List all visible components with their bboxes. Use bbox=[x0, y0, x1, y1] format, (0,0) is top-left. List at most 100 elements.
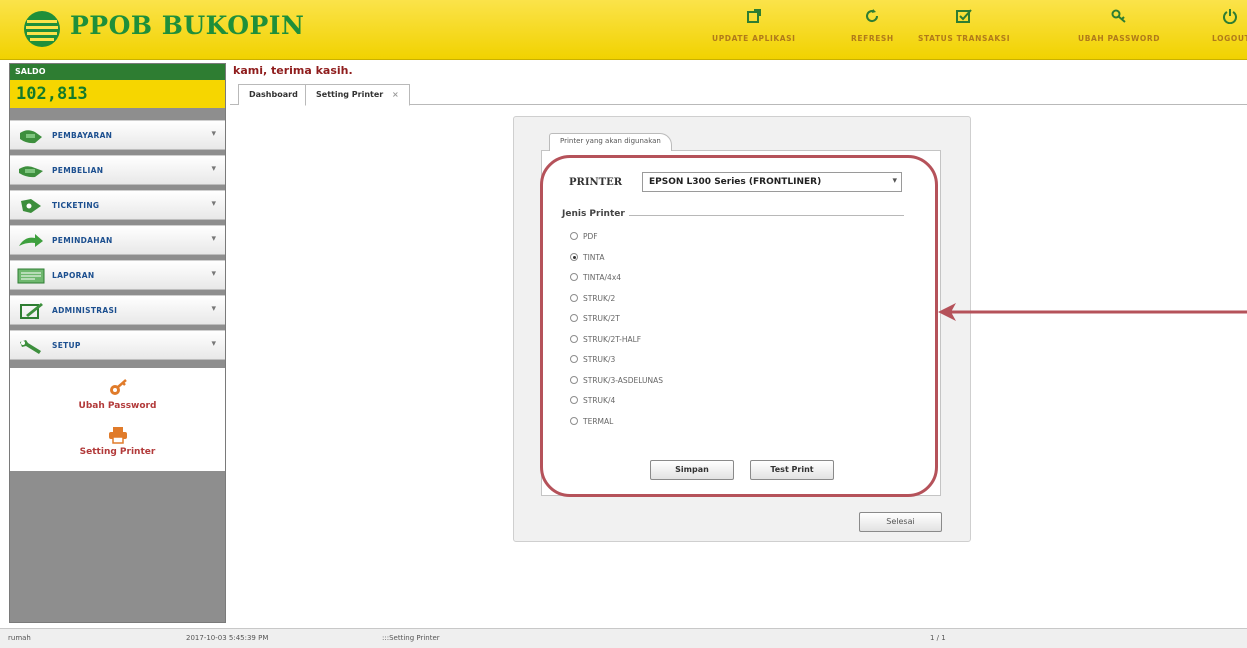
printer-select[interactable]: EPSON L300 Series (FRONTLINER) ▾ bbox=[642, 172, 902, 192]
tab-dashboard[interactable]: Dashboard bbox=[238, 84, 309, 105]
radio-option[interactable]: PDF bbox=[570, 229, 598, 243]
test-print-button[interactable]: Test Print bbox=[750, 460, 834, 480]
sidebar-item-label: LAPORAN bbox=[52, 271, 95, 280]
nav-update-aplikasi[interactable]: UPDATE APLIKASI bbox=[712, 8, 796, 54]
welcome-text: kami, terima kasih. bbox=[233, 64, 353, 77]
status-datetime: 2017-10-03 5:45:39 PM bbox=[186, 634, 269, 642]
radio-option[interactable]: STRUK/4 bbox=[570, 393, 615, 407]
radio-option[interactable]: STRUK/2 bbox=[570, 291, 615, 305]
selesai-button[interactable]: Selesai bbox=[859, 512, 942, 532]
sidebar-item-label: SETUP bbox=[52, 341, 81, 350]
report-icon bbox=[17, 268, 45, 284]
nav-refresh-label: REFRESH bbox=[851, 34, 894, 43]
nav-ubah-password[interactable]: UBAH PASSWORD bbox=[1078, 8, 1160, 54]
key-icon bbox=[109, 379, 127, 395]
printer-label: PRINTER bbox=[569, 177, 623, 188]
nav-status-transaksi[interactable]: STATUS TRANSAKSI bbox=[918, 8, 1010, 54]
nav-status-transaksi-label: STATUS TRANSAKSI bbox=[918, 34, 1011, 43]
wrench-icon bbox=[20, 340, 41, 354]
jenis-printer-label: Jenis Printer bbox=[562, 209, 629, 219]
radio-option[interactable]: STRUK/3-ASDELUNAS bbox=[570, 373, 663, 387]
sidebar-item-administrasi[interactable]: ADMINISTRASI ▾ bbox=[10, 295, 225, 325]
radio-option-label: PDF bbox=[583, 231, 598, 241]
radio-button[interactable] bbox=[570, 417, 578, 425]
radio-option[interactable]: STRUK/2T-HALF bbox=[570, 332, 641, 346]
status-bar: rumah 2017-10-03 5:45:39 PM :::Setting P… bbox=[0, 628, 1247, 648]
sidebar-item-label: TICKETING bbox=[52, 201, 100, 210]
radio-button[interactable] bbox=[570, 314, 578, 322]
nav-logout[interactable]: LOGOUT bbox=[1212, 8, 1247, 54]
brand-title: PPOB BUKOPIN bbox=[70, 11, 305, 40]
tab-bar: Dashboard Setting Printer × bbox=[230, 84, 1247, 106]
radio-button[interactable] bbox=[570, 232, 578, 240]
ticket-icon bbox=[21, 199, 41, 213]
radio-button[interactable] bbox=[570, 294, 578, 302]
app-header: PPOB BUKOPIN UPDATE APLIKASI REFRESH STA… bbox=[0, 0, 1247, 60]
chevron-down-icon: ▾ bbox=[211, 234, 216, 244]
setup-item-ubah-password[interactable]: Ubah Password bbox=[10, 378, 225, 411]
status-user: rumah bbox=[8, 634, 31, 642]
radio-option-label: STRUK/4 bbox=[583, 395, 616, 405]
saldo-label: SALDO bbox=[10, 64, 225, 80]
sidebar-item-label: PEMBELIAN bbox=[52, 166, 104, 175]
chevron-down-icon: ▾ bbox=[211, 164, 216, 174]
radio-option-label: TINTA bbox=[583, 252, 605, 262]
chevron-down-icon: ▾ bbox=[211, 304, 216, 314]
radio-button[interactable] bbox=[570, 396, 578, 404]
arrow-annotation-icon bbox=[938, 303, 1247, 321]
chevron-down-icon: ▾ bbox=[892, 176, 897, 186]
radio-button[interactable] bbox=[570, 335, 578, 343]
radio-option[interactable]: STRUK/3 bbox=[570, 352, 615, 366]
radio-option-label: STRUK/3 bbox=[583, 354, 616, 364]
simpan-button[interactable]: Simpan bbox=[650, 460, 734, 480]
radio-option-label: TERMAL bbox=[583, 416, 614, 426]
tab-label: Setting Printer bbox=[316, 90, 384, 99]
radio-option[interactable]: STRUK/2T bbox=[570, 311, 620, 325]
radio-button[interactable] bbox=[570, 253, 578, 261]
radio-option[interactable]: TINTA bbox=[570, 250, 605, 264]
nav-update-aplikasi-label: UPDATE APLIKASI bbox=[712, 34, 796, 43]
setup-item-label: Ubah Password bbox=[78, 401, 157, 411]
radio-option-label: TINTA/4x4 bbox=[583, 272, 622, 282]
sidebar-item-pembayaran[interactable]: PEMBAYARAN ▾ bbox=[10, 120, 225, 150]
admin-icon bbox=[20, 303, 43, 319]
radio-option-label: STRUK/2T bbox=[583, 313, 620, 323]
close-icon[interactable]: × bbox=[392, 90, 399, 99]
radio-button[interactable] bbox=[570, 273, 578, 281]
refresh-icon bbox=[866, 9, 879, 23]
radio-option[interactable]: TERMAL bbox=[570, 414, 613, 428]
purchase-icon bbox=[19, 166, 43, 178]
radio-option-label: STRUK/2T-HALF bbox=[583, 334, 642, 344]
payment-icon bbox=[20, 130, 42, 144]
key-icon bbox=[1111, 9, 1126, 23]
sidebar-item-ticketing[interactable]: TICKETING ▾ bbox=[10, 190, 225, 220]
chevron-down-icon: ▾ bbox=[211, 199, 216, 209]
radio-button[interactable] bbox=[570, 376, 578, 384]
nav-ubah-password-label: UBAH PASSWORD bbox=[1078, 34, 1161, 43]
chevron-down-icon: ▾ bbox=[211, 129, 216, 139]
update-icon bbox=[746, 9, 761, 23]
sidebar-item-pembelian[interactable]: PEMBELIAN ▾ bbox=[10, 155, 225, 185]
printer-icon bbox=[108, 427, 127, 444]
chevron-down-icon: ▾ bbox=[211, 269, 216, 279]
setup-item-label: Setting Printer bbox=[79, 447, 156, 457]
radio-option-label: STRUK/3-ASDELUNAS bbox=[583, 375, 664, 385]
radio-option-label: STRUK/2 bbox=[583, 293, 616, 303]
nav-logout-label: LOGOUT bbox=[1212, 34, 1247, 43]
power-icon bbox=[1222, 9, 1237, 24]
sidebar-item-laporan[interactable]: LAPORAN ▾ bbox=[10, 260, 225, 290]
sidebar-item-pemindahan[interactable]: PEMINDAHAN ▾ bbox=[10, 225, 225, 255]
sidebar-item-label: PEMBAYARAN bbox=[52, 131, 113, 140]
printer-select-value: EPSON L300 Series (FRONTLINER) bbox=[649, 177, 822, 187]
radio-button[interactable] bbox=[570, 355, 578, 363]
radio-option[interactable]: TINTA/4x4 bbox=[570, 270, 621, 284]
sidebar: SALDO 102,813 PEMBAYARAN ▾ PEMBELIAN ▾ T… bbox=[9, 63, 226, 623]
chevron-down-icon: ▾ bbox=[211, 339, 216, 349]
fieldset-divider bbox=[622, 215, 904, 216]
setup-item-setting-printer[interactable]: Setting Printer bbox=[10, 426, 225, 457]
sidebar-item-label: ADMINISTRASI bbox=[52, 306, 118, 315]
nav-refresh[interactable]: REFRESH bbox=[851, 8, 894, 54]
tab-setting-printer[interactable]: Setting Printer × bbox=[305, 84, 410, 106]
sidebar-item-setup[interactable]: SETUP ▾ bbox=[10, 330, 225, 360]
fieldset-title: Printer yang akan digunakan bbox=[549, 133, 672, 151]
